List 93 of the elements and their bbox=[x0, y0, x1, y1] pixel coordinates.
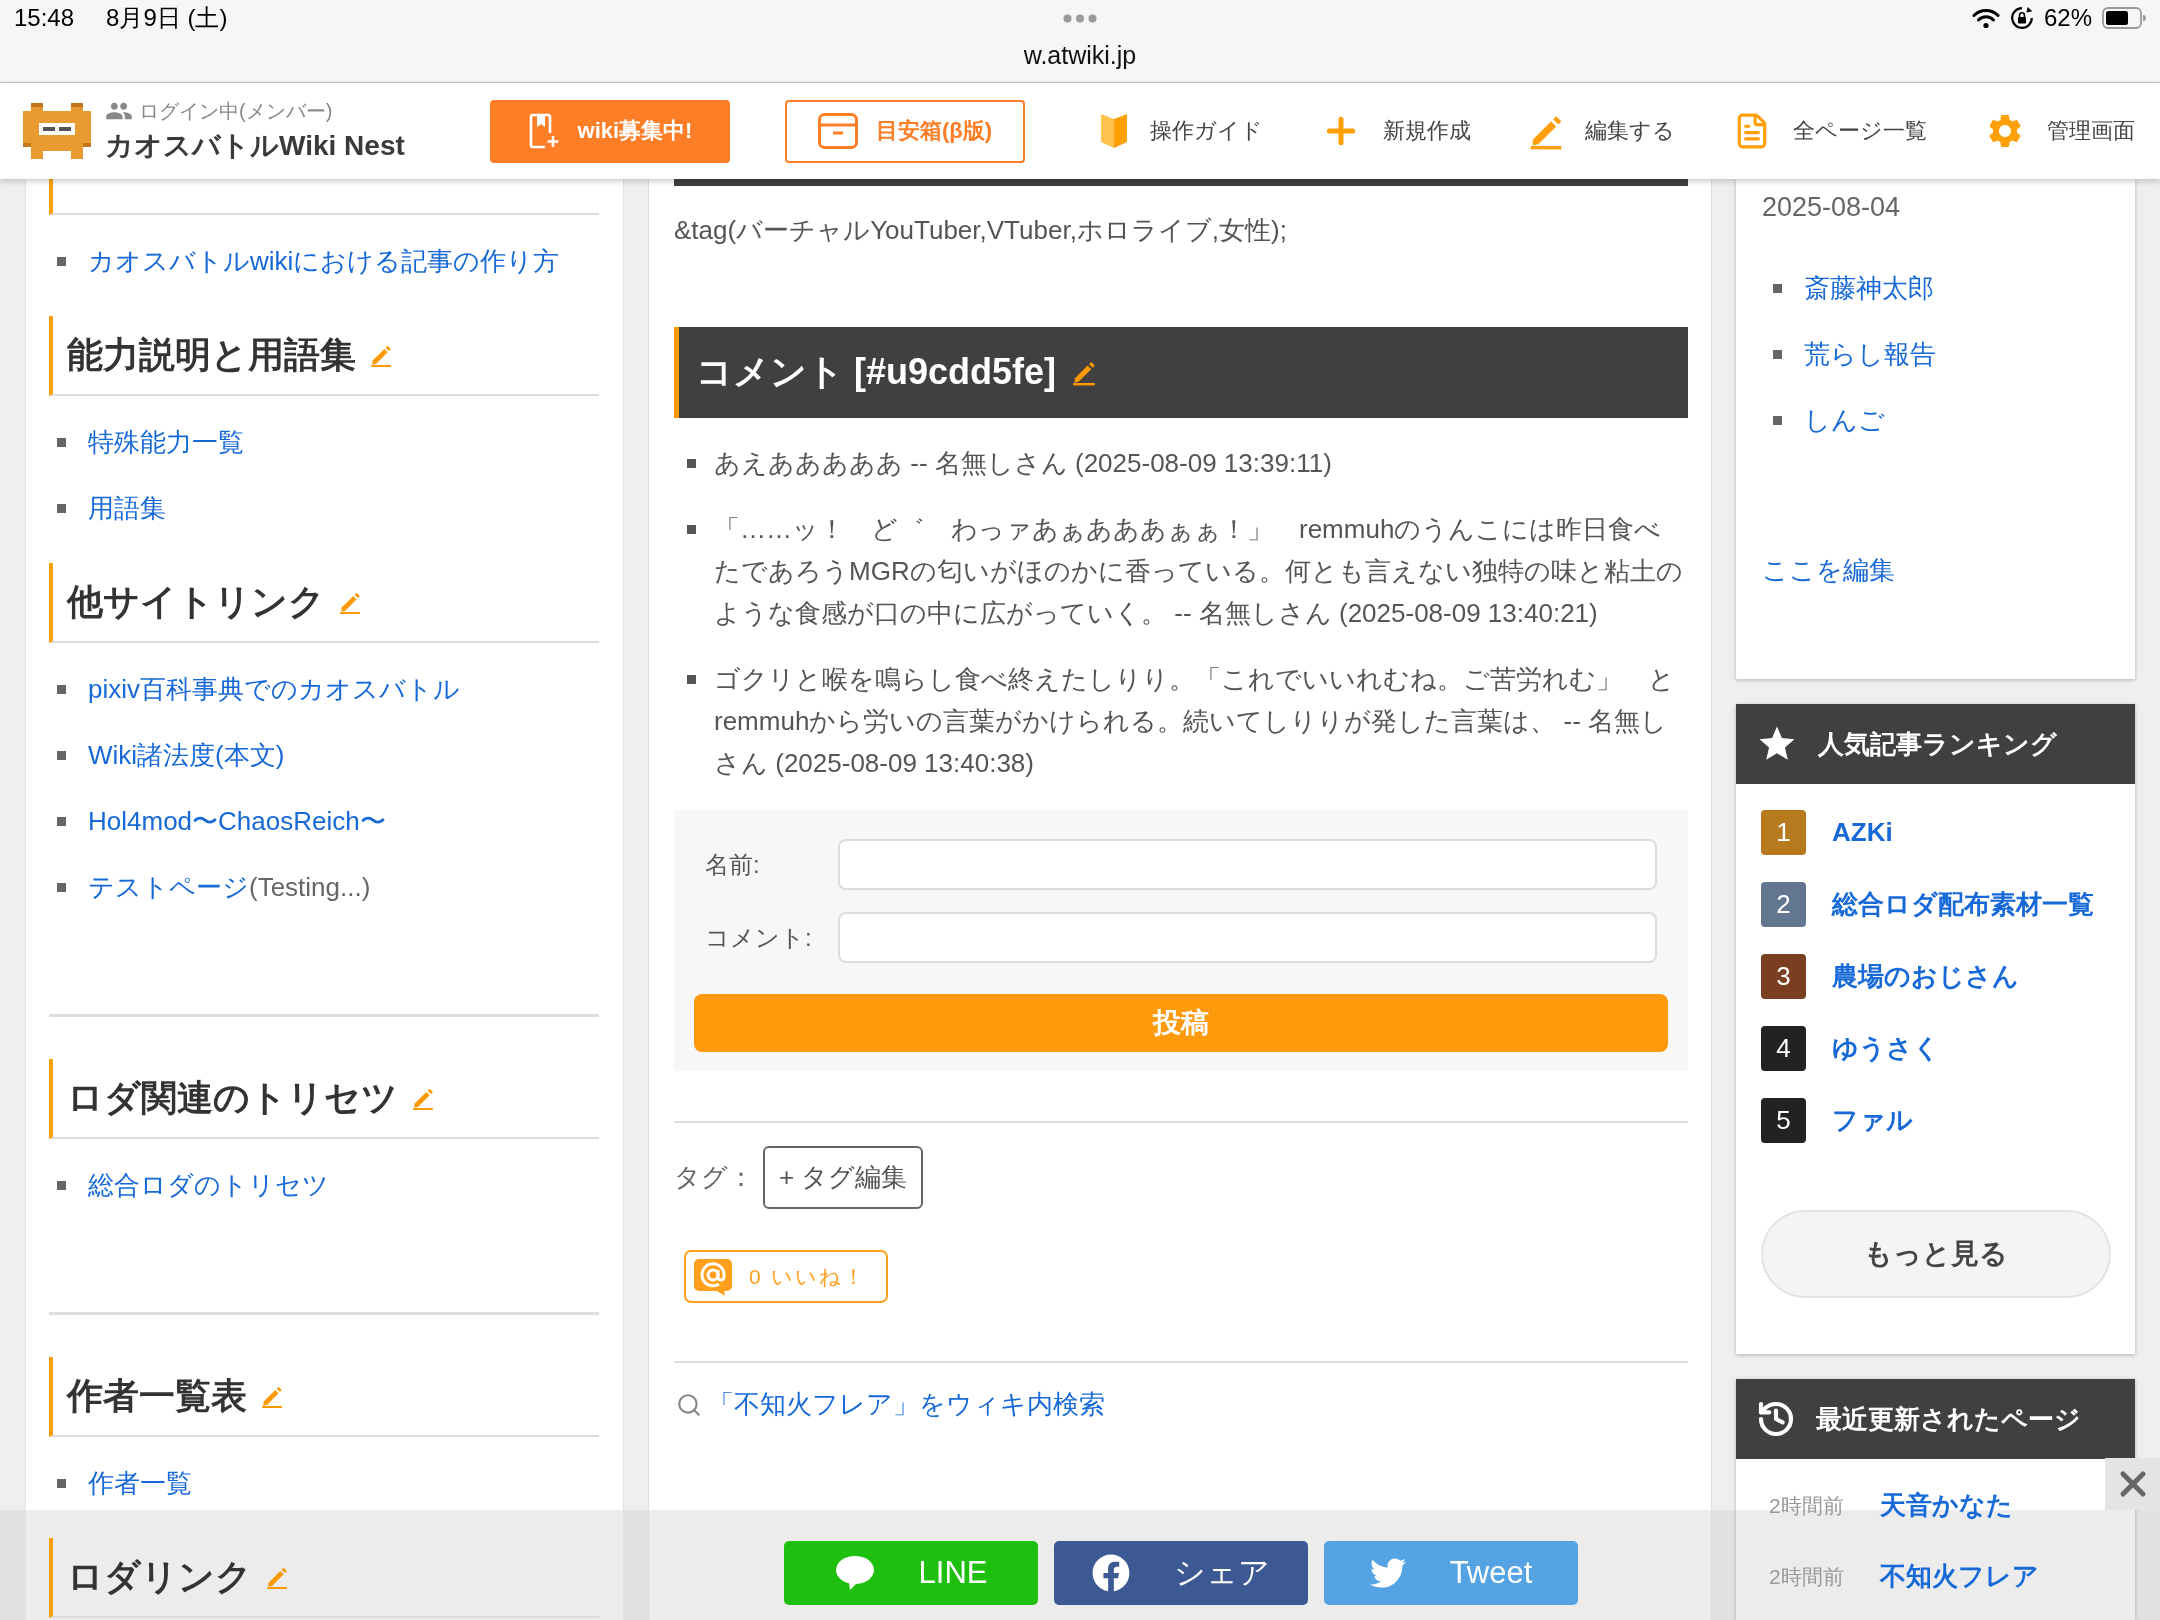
comment-text: ゴクリと喉を鳴らし食べ終えたしりり。「これでいいれむね。ご苦労れむ」 とremmuhから労いの言葉がかけられる。続いてしりりが発した言葉は、 -- 名無しさん (2025-08-09 13:40:38) bbox=[714, 663, 1676, 780]
sidebar-link[interactable]: Wiki諸法度(本文) bbox=[88, 737, 285, 773]
section-title: ロダ関連のトリセツ bbox=[67, 1075, 398, 1120]
square-bullet-icon bbox=[687, 459, 696, 468]
rank-badge: 3 bbox=[1761, 953, 1806, 999]
updated-time: 2時間前 bbox=[1769, 1563, 1844, 1590]
battery-percent: 62% bbox=[2043, 4, 2092, 32]
edit-here-link[interactable]: ここを編集 bbox=[1762, 549, 1895, 591]
share-button[interactable]: シェア bbox=[1054, 1541, 1308, 1605]
form-label: コメント: bbox=[705, 922, 813, 953]
status-time: 15:48 bbox=[14, 4, 75, 32]
updated-time: 2時間前 bbox=[1769, 1492, 1844, 1519]
pixel-creature-logo-icon[interactable] bbox=[23, 103, 91, 159]
comment-text: 「……ッ！ ど゛ わっァあぁあああぁぁ！」 remmuhのうんこには昨日食べたであろうMGRの匂いがほのかに香っている。何とも言えない独特の味と粘土のような食感が口の中に広がっていく。 -- 名無しさん (2025-08-09 13:40:21) bbox=[714, 513, 1684, 630]
at-sign-icon bbox=[693, 1257, 733, 1296]
nav-link[interactable]: 操作ガイド bbox=[1100, 113, 1263, 149]
facebook-icon bbox=[1092, 1554, 1130, 1592]
section-title: 作者一覧表 bbox=[67, 1373, 247, 1418]
date-text: 2025-08-04 bbox=[1762, 191, 1901, 224]
sidebar-link[interactable]: Hol4mod〜ChaosReich〜 bbox=[88, 803, 386, 839]
wiki-search-link[interactable]: 「不知火フレア」をウィキ内検索 bbox=[708, 1387, 1105, 1422]
square-bullet-icon bbox=[687, 675, 696, 684]
square-bullet-icon bbox=[1773, 415, 1782, 425]
square-bullet-icon bbox=[57, 750, 66, 760]
sidebar-link[interactable]: 用語集 bbox=[88, 490, 166, 526]
site-title: カオスバトルWiki Nest bbox=[105, 129, 406, 163]
nav-link[interactable]: 管理画面 bbox=[1985, 111, 2135, 151]
url-text[interactable]: w.atwiki.jp bbox=[1023, 41, 1137, 70]
square-bullet-icon bbox=[57, 882, 66, 892]
name-input[interactable] bbox=[838, 839, 1657, 890]
comment-input[interactable] bbox=[838, 912, 1657, 963]
rotation-lock-icon bbox=[2009, 6, 2034, 30]
square-bullet-icon bbox=[57, 1180, 66, 1190]
comment-text: あえあああああ -- 名無しさん (2025-08-09 13:39:11) bbox=[714, 447, 1333, 480]
ranking-link[interactable]: 総合ロダ配布素材一覧 bbox=[1832, 886, 2094, 922]
nav-link[interactable]: 全ページ一覧 bbox=[1733, 112, 1927, 150]
square-bullet-icon bbox=[687, 525, 696, 534]
sidebar-link[interactable]: 作者一覧 bbox=[88, 1465, 192, 1501]
status-date: 8月9日 (土) bbox=[106, 3, 228, 33]
nav-link[interactable]: 新規作成 bbox=[1321, 111, 1471, 151]
book-plus-icon bbox=[527, 113, 560, 149]
more-button[interactable]: もっと見る bbox=[1761, 1210, 2111, 1298]
tag-source-text: &tag(バーチャルYouTuber,VTuber,ホロライブ,女性); bbox=[674, 214, 1288, 247]
search-icon bbox=[676, 1391, 702, 1418]
square-bullet-icon bbox=[57, 256, 66, 266]
login-status: ログイン中(メンバー) bbox=[139, 98, 333, 124]
sidebar-link[interactable]: 特殊能力一覧 bbox=[88, 424, 244, 460]
ranking-link[interactable]: AZKi bbox=[1832, 816, 1893, 848]
tags-label: タグ： bbox=[674, 1161, 754, 1194]
ranking-link[interactable]: ファル bbox=[1832, 1102, 1913, 1138]
ranking-title: 人気記事ランキング bbox=[1818, 727, 2057, 761]
square-bullet-icon bbox=[57, 684, 66, 694]
square-bullet-icon bbox=[57, 503, 66, 513]
recent-page-link[interactable]: 不知火フレア bbox=[1879, 1559, 2039, 1594]
sidebar-link[interactable]: pixiv百科事典でのカオスバトル bbox=[88, 671, 460, 707]
square-bullet-icon bbox=[57, 816, 66, 826]
rank-badge: 2 bbox=[1761, 881, 1806, 927]
tag-edit-button[interactable]: + タグ編集 bbox=[763, 1146, 924, 1209]
rank-badge: 5 bbox=[1761, 1097, 1806, 1143]
recent-page-link[interactable]: 天音かなた bbox=[1879, 1488, 2013, 1523]
info-link[interactable]: しんご bbox=[1804, 402, 1885, 438]
link-note: (Testing...) bbox=[249, 871, 371, 903]
box-icon bbox=[817, 113, 858, 149]
close-button[interactable] bbox=[2105, 1458, 2160, 1510]
sidebar-link[interactable]: 総合ロダのトリセツ bbox=[88, 1167, 329, 1203]
square-bullet-icon bbox=[1773, 349, 1782, 359]
wifi-icon bbox=[1971, 7, 2000, 29]
form-label: 名前: bbox=[705, 849, 761, 880]
speech-bubble-icon bbox=[834, 1555, 875, 1591]
edit-pencil-icon[interactable] bbox=[1072, 359, 1097, 386]
nav-link[interactable]: 編集する bbox=[1529, 112, 1675, 150]
more-dots-icon[interactable] bbox=[1063, 13, 1097, 23]
square-bullet-icon bbox=[57, 437, 66, 447]
share-button[interactable]: Tweet bbox=[1324, 1541, 1578, 1605]
recent-title: 最近更新されたページ bbox=[1816, 1402, 2081, 1436]
ranking-link[interactable]: 農場のおじさん bbox=[1832, 958, 2019, 994]
bird-icon bbox=[1369, 1555, 1406, 1591]
square-bullet-icon bbox=[1773, 283, 1782, 293]
ranking-link[interactable]: ゆうさく bbox=[1832, 1030, 1940, 1066]
sidebar-link[interactable]: カオスバトルwikiにおける記事の作り方 bbox=[88, 243, 560, 279]
rank-badge: 1 bbox=[1761, 809, 1806, 855]
section-title: 他サイトリンク bbox=[67, 579, 325, 624]
sidebar-link[interactable]: テストページ bbox=[88, 869, 249, 905]
battery-icon bbox=[2102, 7, 2146, 29]
comment-heading: コメント [#u9cdd5fe] bbox=[696, 350, 1057, 394]
section-title: ロダリンク bbox=[67, 1554, 252, 1599]
section-title: 能力説明と用語集 bbox=[67, 332, 356, 377]
info-link[interactable]: 荒らし報告 bbox=[1804, 336, 1936, 372]
square-bullet-icon bbox=[57, 1478, 66, 1488]
history-icon bbox=[1756, 1399, 1796, 1439]
rank-badge: 4 bbox=[1761, 1025, 1806, 1071]
beginner-mark-icon bbox=[1100, 113, 1128, 149]
info-link[interactable]: 斎藤神太郎 bbox=[1804, 270, 1934, 306]
